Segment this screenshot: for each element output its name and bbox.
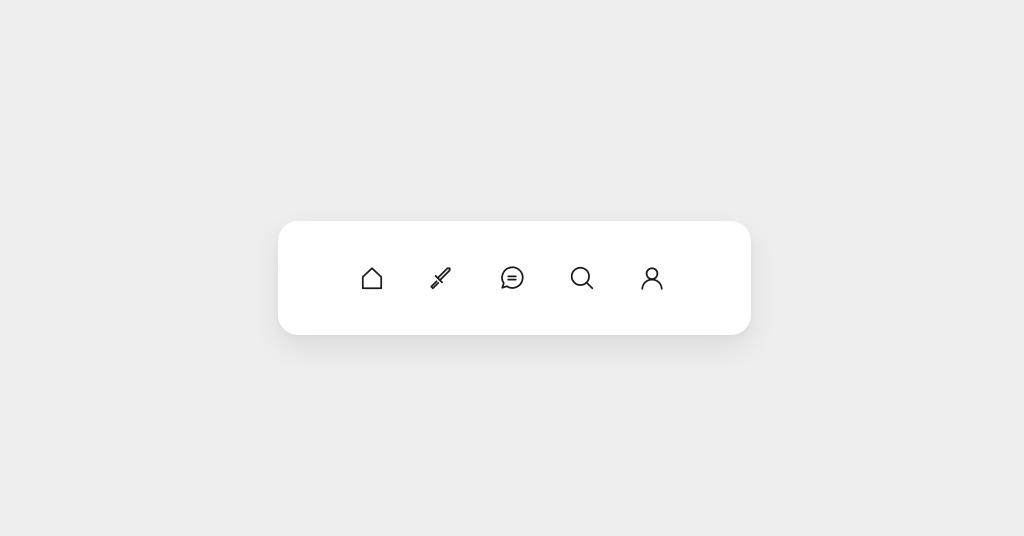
chat-bubble-icon (501, 266, 524, 289)
tab-home[interactable] (359, 265, 385, 291)
home-icon (361, 267, 383, 290)
tab-profile[interactable] (639, 265, 665, 291)
search-icon (570, 266, 594, 290)
sword-icon (430, 267, 451, 290)
tab-explore[interactable] (428, 265, 454, 291)
tab-search[interactable] (569, 265, 595, 291)
bottom-tab-bar (278, 221, 751, 335)
user-icon (641, 267, 663, 290)
tab-messages[interactable] (499, 265, 525, 291)
